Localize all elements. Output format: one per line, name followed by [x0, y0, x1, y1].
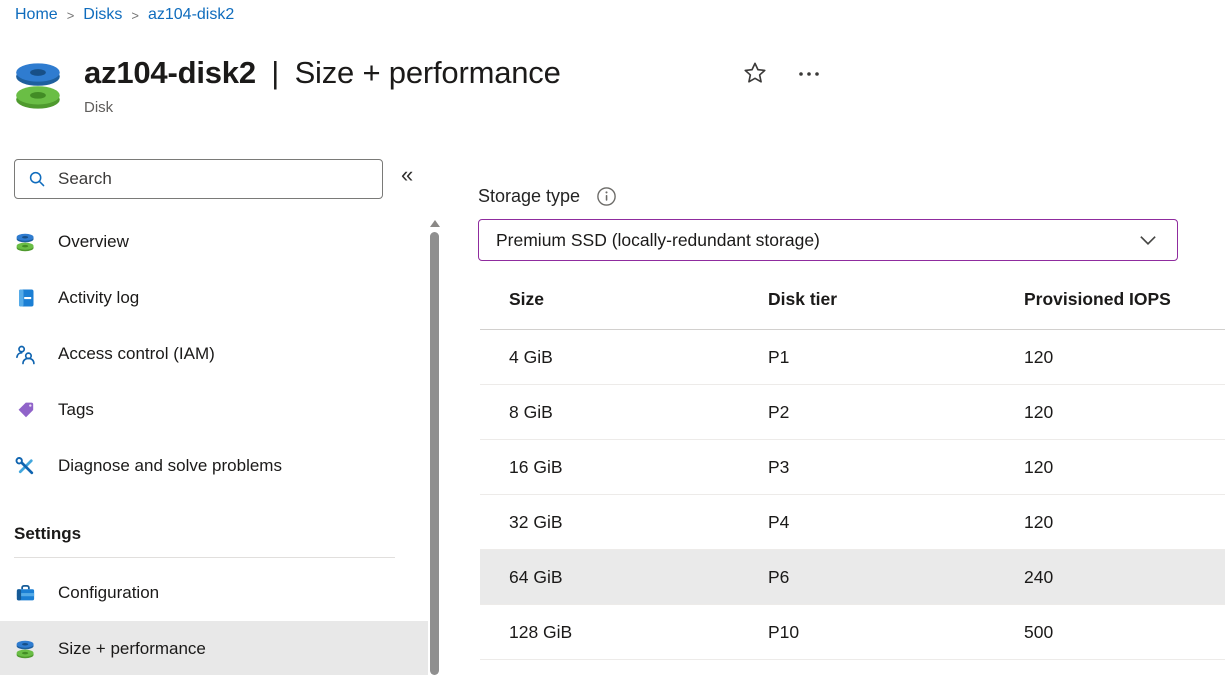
collapse-sidebar-icon[interactable]: « — [401, 162, 413, 188]
breadcrumb-link-home[interactable]: Home — [15, 6, 58, 24]
disk-tier-table: Size Disk tier Provisioned IOPS 4 GiB P1… — [480, 270, 1225, 660]
sidebar-section-settings: Settings — [0, 494, 428, 546]
sidebar-search-box — [14, 159, 383, 199]
sidebar-item-diagnose[interactable]: Diagnose and solve problems — [0, 438, 428, 494]
table-row-128gib[interactable]: 128 GiB P10 500 — [480, 605, 1225, 660]
column-header-size: Size — [480, 289, 768, 310]
cell-iops: 500 — [1024, 622, 1225, 643]
resource-type-label: Disk — [84, 99, 561, 116]
breadcrumb: Home > Disks > az104-disk2 — [15, 6, 234, 24]
scrollbar-thumb[interactable] — [430, 232, 439, 675]
table-row-16gib[interactable]: 16 GiB P3 120 — [480, 440, 1225, 495]
storage-type-label: Storage type — [478, 186, 580, 207]
title-separator: | — [271, 55, 279, 90]
sidebar-item-tags[interactable]: Tags — [0, 382, 428, 438]
cell-tier: P4 — [768, 512, 1024, 533]
cell-size: 16 GiB — [480, 457, 768, 478]
search-icon — [28, 170, 46, 188]
sidebar-item-configuration[interactable]: Configuration — [0, 565, 428, 621]
sidebar-item-label: Activity log — [58, 288, 139, 308]
title-block: az104-disk2 | Size + performance Disk — [84, 52, 561, 116]
sidebar-item-overview[interactable]: Overview — [0, 214, 428, 270]
sidebar-item-label: Tags — [58, 400, 94, 420]
favorite-star-icon[interactable] — [742, 60, 768, 89]
chevron-down-icon — [1139, 235, 1157, 246]
sidebar-scrollbar[interactable] — [429, 214, 441, 675]
table-row-8gib[interactable]: 8 GiB P2 120 — [480, 385, 1225, 440]
disk-icon — [12, 58, 66, 114]
disk-icon — [14, 638, 37, 661]
cell-iops: 240 — [1024, 567, 1225, 588]
sidebar-item-size-performance[interactable]: Size + performance — [0, 621, 428, 675]
info-icon[interactable] — [596, 186, 617, 207]
cell-tier: P6 — [768, 567, 1024, 588]
table-row-64gib-selected[interactable]: 64 GiB P6 240 — [480, 550, 1225, 605]
sidebar-item-label: Access control (IAM) — [58, 344, 215, 364]
cell-iops: 120 — [1024, 512, 1225, 533]
storage-type-field: Storage type — [478, 186, 617, 207]
cell-tier: P10 — [768, 622, 1024, 643]
diagnose-tools-icon — [14, 455, 37, 478]
breadcrumb-link-az104-disk2[interactable]: az104-disk2 — [148, 6, 234, 24]
sidebar: « Overview A — [0, 155, 446, 675]
cell-iops: 120 — [1024, 402, 1225, 423]
cell-size: 32 GiB — [480, 512, 768, 533]
sidebar-item-label: Overview — [58, 232, 129, 252]
tag-icon — [14, 399, 37, 422]
cell-size: 128 GiB — [480, 622, 768, 643]
breadcrumb-separator: > — [67, 8, 75, 23]
section-divider — [14, 557, 395, 558]
table-row-4gib[interactable]: 4 GiB P1 120 — [480, 330, 1225, 385]
sidebar-menu: Overview Activity log — [0, 214, 428, 675]
blade-name: Size + performance — [295, 55, 561, 90]
search-input[interactable] — [56, 168, 382, 190]
cell-iops: 120 — [1024, 457, 1225, 478]
page-header: az104-disk2 | Size + performance Disk — [12, 52, 561, 116]
sidebar-item-label: Configuration — [58, 583, 159, 603]
storage-type-select[interactable]: Premium SSD (locally-redundant storage) — [478, 219, 1178, 261]
sidebar-item-label: Size + performance — [58, 639, 206, 659]
activity-log-icon — [14, 287, 37, 310]
cell-tier: P2 — [768, 402, 1024, 423]
toolbox-icon — [14, 582, 37, 605]
cell-size: 64 GiB — [480, 567, 768, 588]
scrollbar-up-arrow-icon[interactable] — [430, 220, 440, 227]
sidebar-item-activity-log[interactable]: Activity log — [0, 270, 428, 326]
breadcrumb-separator: > — [131, 8, 139, 23]
cell-size: 8 GiB — [480, 402, 768, 423]
table-row-32gib[interactable]: 32 GiB P4 120 — [480, 495, 1225, 550]
table-header-row: Size Disk tier Provisioned IOPS — [480, 270, 1225, 330]
more-options-icon[interactable] — [794, 58, 824, 87]
sidebar-item-access-control[interactable]: Access control (IAM) — [0, 326, 428, 382]
sidebar-item-label: Diagnose and solve problems — [58, 456, 282, 476]
cell-tier: P3 — [768, 457, 1024, 478]
breadcrumb-link-disks[interactable]: Disks — [83, 6, 122, 24]
cell-tier: P1 — [768, 347, 1024, 368]
azure-portal-page: Home > Disks > az104-disk2 az104-disk2 |… — [0, 0, 1225, 675]
column-header-disk-tier: Disk tier — [768, 289, 1024, 310]
cell-size: 4 GiB — [480, 347, 768, 368]
disk-icon — [14, 231, 37, 254]
storage-type-value: Premium SSD (locally-redundant storage) — [496, 230, 1139, 251]
column-header-provisioned-iops: Provisioned IOPS — [1024, 289, 1225, 310]
page-title: az104-disk2 | Size + performance — [84, 52, 561, 94]
access-control-icon — [14, 343, 37, 366]
resource-name: az104-disk2 — [84, 55, 256, 90]
cell-iops: 120 — [1024, 347, 1225, 368]
